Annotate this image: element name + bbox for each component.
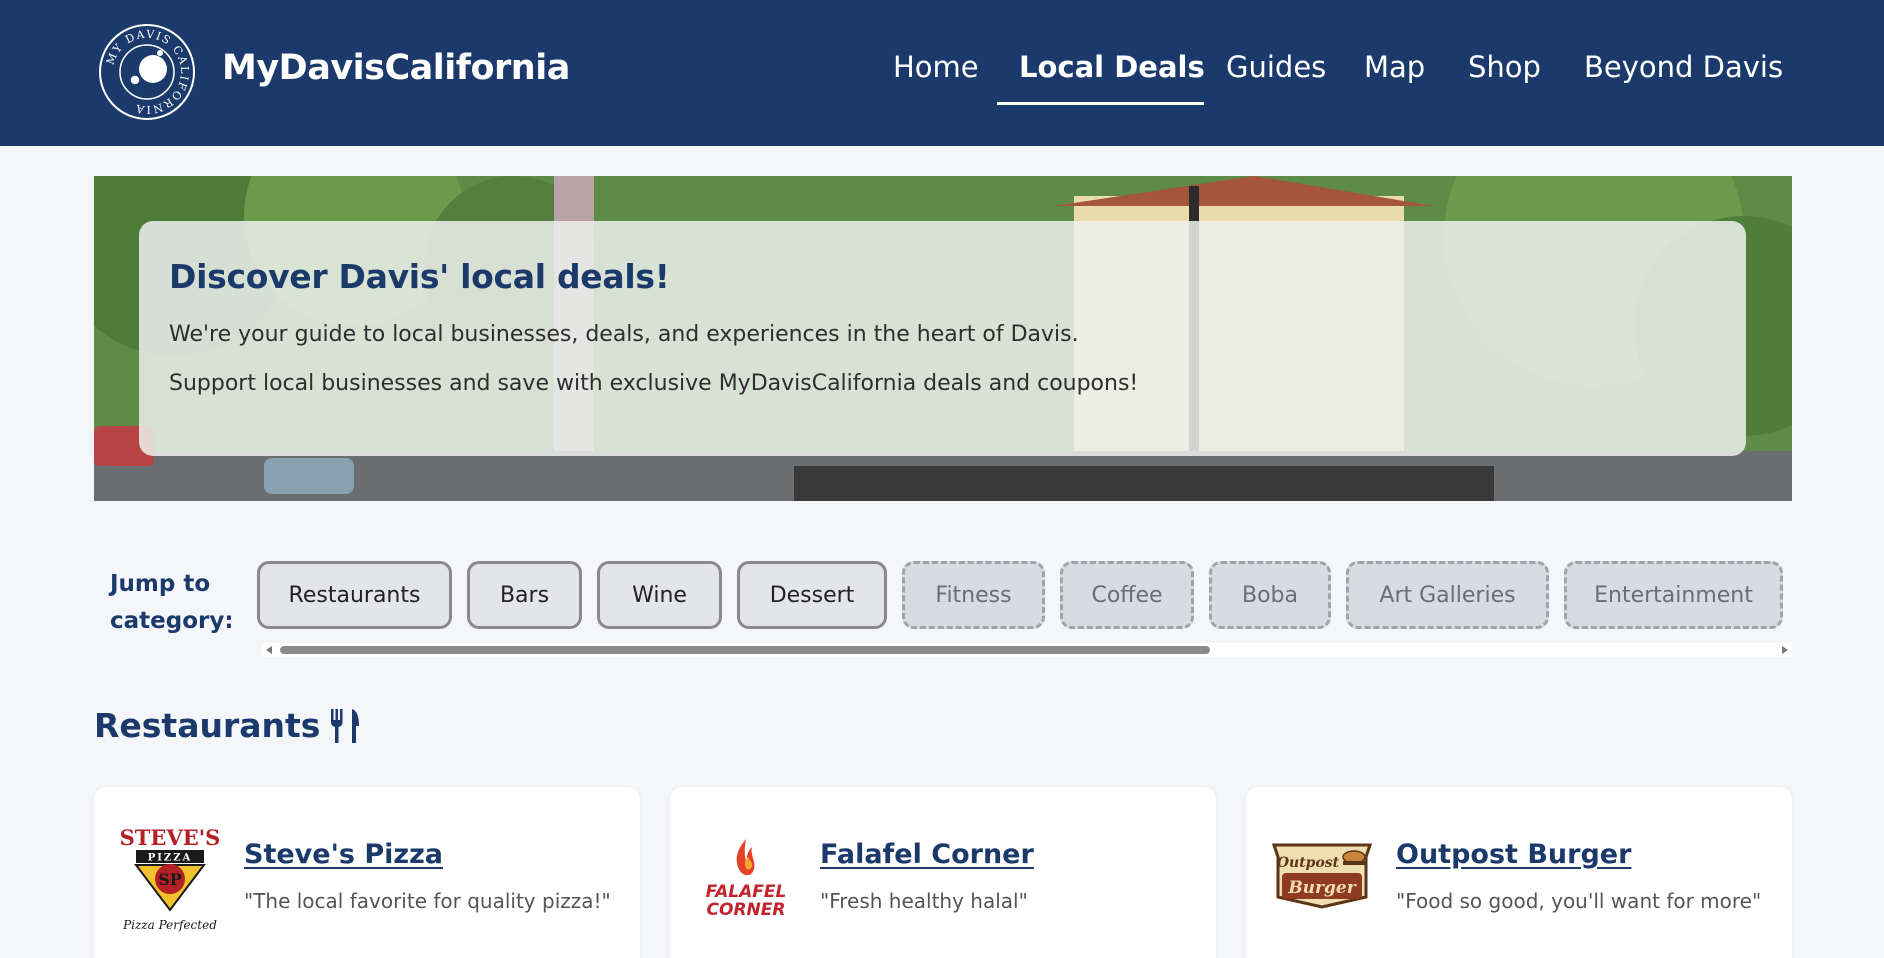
- nav-item-home[interactable]: Home: [893, 50, 979, 84]
- category-chip-bars[interactable]: Bars: [467, 561, 582, 629]
- outpost-burger-logo: Outpost Burger: [1271, 843, 1373, 909]
- nav-item-map[interactable]: Map: [1364, 50, 1425, 84]
- deal-card-falafel-corner[interactable]: FALAFEL CORNER Falafel Corner "Fresh hea…: [670, 787, 1216, 958]
- svg-text:Pizza Perfected: Pizza Perfected: [122, 918, 217, 932]
- restaurant-tagline: "Fresh healthy halal": [820, 889, 1028, 913]
- restaurant-tagline: "The local favorite for quality pizza!": [244, 889, 611, 913]
- svg-text:FALAFEL: FALAFEL: [706, 882, 787, 902]
- restaurant-name-link[interactable]: Steve's Pizza: [244, 839, 443, 870]
- svg-text:STEVE'S: STEVE'S: [120, 825, 221, 850]
- restaurant-tagline: "Food so good, you'll want for more": [1396, 889, 1762, 913]
- category-chip-fitness[interactable]: Fitness: [902, 561, 1045, 629]
- category-chip-restaurants[interactable]: Restaurants: [257, 561, 452, 629]
- utensils-icon: [331, 708, 360, 743]
- jump-to-category-label: Jump to category:: [110, 571, 234, 634]
- category-chip-dessert[interactable]: Dessert: [737, 561, 887, 629]
- scroll-left-arrow-icon[interactable]: [266, 646, 272, 654]
- scrollbar-thumb[interactable]: [280, 646, 1210, 654]
- svg-text:CORNER: CORNER: [707, 900, 786, 920]
- scroll-right-arrow-icon[interactable]: [1782, 646, 1788, 654]
- svg-text:Burger: Burger: [1287, 878, 1356, 898]
- restaurant-name-link[interactable]: Outpost Burger: [1396, 839, 1631, 870]
- hero-title: Discover Davis' local deals!: [169, 257, 670, 296]
- hero-banner: Discover Davis' local deals! We're your …: [94, 176, 1792, 501]
- nav-item-beyond-davis[interactable]: Beyond Davis: [1584, 50, 1783, 84]
- nav-item-guides[interactable]: Guides: [1226, 50, 1326, 84]
- category-scrollbar[interactable]: [262, 643, 1792, 657]
- deal-card-steves-pizza[interactable]: STEVE'S PIZZA SP Pizza Perfected Steve's…: [94, 787, 640, 958]
- hero-card: Discover Davis' local deals! We're your …: [139, 221, 1746, 456]
- site-header: MY DAVIS CALIFORNIA MyDavisCalifornia Ho…: [0, 0, 1884, 146]
- active-nav-indicator: [997, 102, 1204, 105]
- svg-text:SP: SP: [158, 870, 182, 889]
- section-heading-restaurants: Restaurants: [94, 706, 360, 745]
- svg-text:Outpost: Outpost: [1277, 855, 1340, 871]
- hero-support-text: Support local businesses and save with e…: [169, 371, 1139, 396]
- falafel-corner-logo: FALAFEL CORNER: [706, 839, 787, 920]
- restaurant-name-link[interactable]: Falafel Corner: [820, 839, 1034, 870]
- category-chip-entertainment[interactable]: Entertainment: [1564, 561, 1783, 629]
- category-chip-bar: Restaurants Bars Wine Dessert Fitness Co…: [257, 561, 1792, 629]
- svg-text:PIZZA: PIZZA: [148, 853, 193, 864]
- category-chip-wine[interactable]: Wine: [597, 561, 722, 629]
- site-logo[interactable]: MY DAVIS CALIFORNIA: [98, 23, 196, 121]
- category-chip-boba[interactable]: Boba: [1209, 561, 1331, 629]
- brand-name[interactable]: MyDavisCalifornia: [222, 48, 570, 88]
- category-chip-art-galleries[interactable]: Art Galleries: [1346, 561, 1549, 629]
- nav-item-shop[interactable]: Shop: [1468, 50, 1541, 84]
- hero-description: We're your guide to local businesses, de…: [169, 322, 1079, 347]
- category-chip-coffee[interactable]: Coffee: [1060, 561, 1194, 629]
- nav-item-local-deals[interactable]: Local Deals: [1019, 50, 1205, 84]
- steves-pizza-logo: STEVE'S PIZZA SP Pizza Perfected: [120, 825, 221, 932]
- section-title-text: Restaurants: [94, 706, 321, 745]
- deal-card-outpost-burger[interactable]: Outpost Burger Outpost Burger "Food so g…: [1246, 787, 1792, 958]
